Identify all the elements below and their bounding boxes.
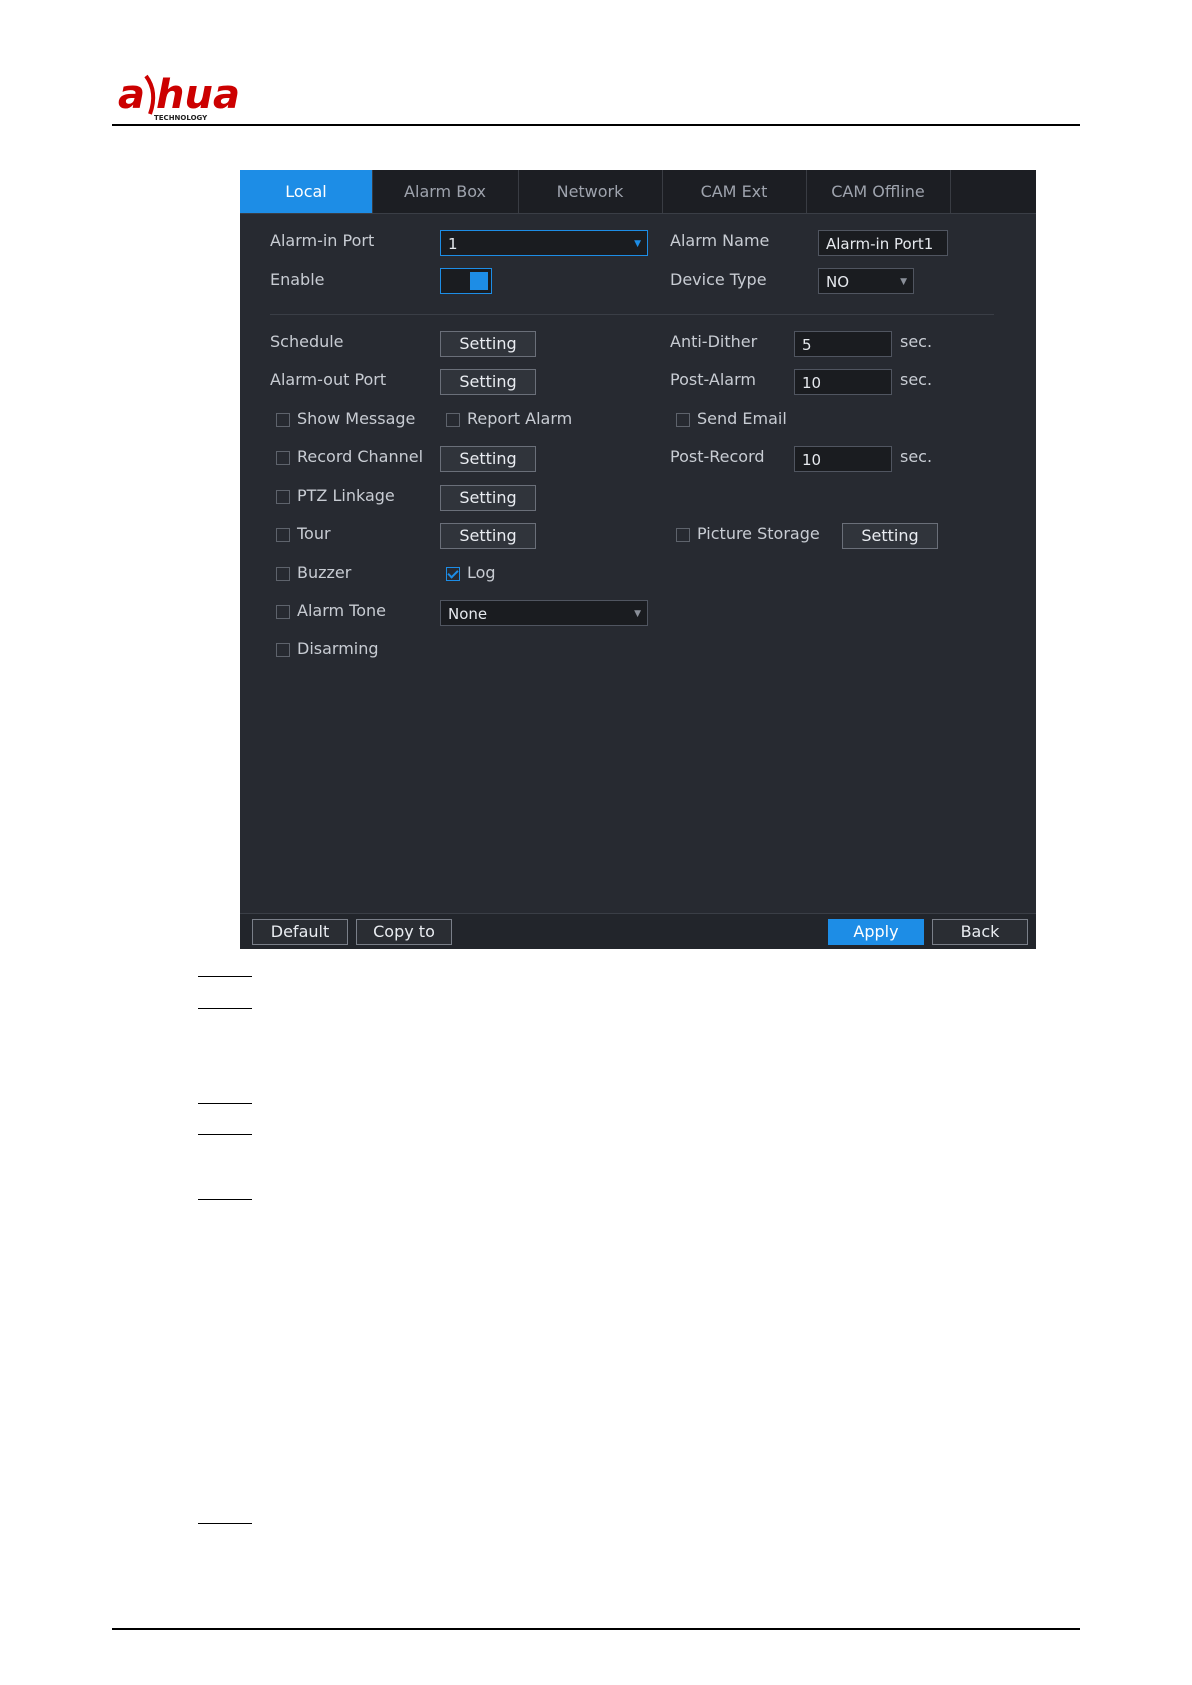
record-channel-checkbox[interactable]: [276, 451, 290, 465]
report-alarm-checkbox[interactable]: [446, 413, 460, 427]
alarm-in-port-select[interactable]: 1 ▼: [440, 230, 648, 256]
tab-alarm-box[interactable]: Alarm Box: [372, 170, 519, 213]
device-type-value: NO: [826, 273, 850, 291]
disarming-label: Disarming: [297, 639, 379, 658]
ptz-linkage-checkbox[interactable]: [276, 490, 290, 504]
tour-label: Tour: [297, 524, 331, 543]
device-type-select[interactable]: NO ▼: [818, 268, 914, 294]
report-alarm-label: Report Alarm: [467, 409, 573, 428]
step-marker: [198, 1199, 252, 1200]
show-message-checkbox[interactable]: [276, 413, 290, 427]
dahua-logo: a hua TECHNOLOGY: [118, 72, 240, 122]
schedule-setting-button[interactable]: Setting: [440, 331, 536, 357]
footer-bar: Default Copy to Apply Back: [240, 913, 1036, 949]
schedule-label: Schedule: [270, 332, 344, 351]
footer-rule: [112, 1628, 1080, 1630]
tab-cam-offline[interactable]: CAM Offline: [806, 170, 951, 213]
alarm-name-input[interactable]: Alarm-in Port1: [818, 230, 948, 256]
step-marker: [198, 976, 252, 977]
post-record-input[interactable]: 10: [794, 446, 892, 472]
send-email-checkbox[interactable]: [676, 413, 690, 427]
step-marker: [198, 1134, 252, 1135]
post-record-value: 10: [802, 451, 822, 469]
apply-button[interactable]: Apply: [828, 919, 924, 945]
anti-dither-input[interactable]: 5: [794, 331, 892, 357]
tab-bar: Local Alarm Box Network CAM Ext CAM Offl…: [240, 170, 1036, 214]
disarming-checkbox[interactable]: [276, 643, 290, 657]
step-marker: [198, 1523, 252, 1524]
alarm-tone-label: Alarm Tone: [297, 601, 386, 620]
chevron-down-icon: ▼: [634, 609, 641, 619]
tab-local[interactable]: Local: [240, 170, 373, 213]
header-rule: [112, 124, 1080, 126]
alarm-in-port-value: 1: [448, 235, 458, 253]
alarm-name-label: Alarm Name: [670, 231, 770, 250]
alarm-tone-checkbox[interactable]: [276, 605, 290, 619]
svg-text:a: a: [118, 72, 145, 118]
anti-dither-value: 5: [802, 336, 812, 354]
alarm-name-value: Alarm-in Port1: [826, 235, 934, 253]
record-channel-label: Record Channel: [297, 447, 424, 466]
tour-checkbox[interactable]: [276, 528, 290, 542]
tour-setting-button[interactable]: Setting: [440, 523, 536, 549]
buzzer-checkbox[interactable]: [276, 567, 290, 581]
send-email-label: Send Email: [697, 409, 787, 428]
post-alarm-label: Post-Alarm: [670, 370, 756, 389]
chevron-down-icon: ▼: [900, 277, 907, 287]
step-marker: [198, 1103, 252, 1104]
enable-label: Enable: [270, 270, 325, 289]
enable-toggle[interactable]: [440, 268, 492, 294]
picture-storage-checkbox[interactable]: [676, 528, 690, 542]
log-label: Log: [467, 563, 496, 582]
alarm-tone-select[interactable]: None ▼: [440, 600, 648, 626]
default-button[interactable]: Default: [252, 919, 348, 945]
tab-network[interactable]: Network: [518, 170, 663, 213]
chevron-down-icon: ▼: [634, 239, 641, 249]
alarm-settings-panel: Local Alarm Box Network CAM Ext CAM Offl…: [240, 170, 1036, 949]
buzzer-label: Buzzer: [297, 563, 352, 582]
svg-text:hua: hua: [156, 72, 240, 118]
post-record-label: Post-Record: [670, 447, 765, 466]
picture-storage-setting-button[interactable]: Setting: [842, 523, 938, 549]
svg-text:TECHNOLOGY: TECHNOLOGY: [154, 114, 208, 122]
picture-storage-label: Picture Storage: [697, 524, 820, 543]
step-marker: [198, 1008, 252, 1009]
post-alarm-value: 10: [802, 374, 822, 392]
post-alarm-input[interactable]: 10: [794, 369, 892, 395]
ptz-linkage-label: PTZ Linkage: [297, 486, 395, 505]
alarm-out-setting-button[interactable]: Setting: [440, 369, 536, 395]
log-checkbox[interactable]: [446, 567, 460, 581]
toggle-knob: [470, 272, 488, 290]
record-channel-setting-button[interactable]: Setting: [440, 446, 536, 472]
device-type-label: Device Type: [670, 270, 767, 289]
show-message-label: Show Message: [297, 409, 416, 428]
copy-to-button[interactable]: Copy to: [356, 919, 452, 945]
back-button[interactable]: Back: [932, 919, 1028, 945]
alarm-out-port-label: Alarm-out Port: [270, 370, 387, 389]
post-record-unit: sec.: [900, 447, 933, 466]
alarm-tone-value: None: [448, 605, 488, 623]
anti-dither-unit: sec.: [900, 332, 933, 351]
alarm-in-port-label: Alarm-in Port: [270, 231, 375, 250]
ptz-linkage-setting-button[interactable]: Setting: [440, 485, 536, 511]
post-alarm-unit: sec.: [900, 370, 933, 389]
section-divider: [270, 314, 994, 315]
anti-dither-label: Anti-Dither: [670, 332, 758, 351]
tab-cam-ext[interactable]: CAM Ext: [662, 170, 807, 213]
